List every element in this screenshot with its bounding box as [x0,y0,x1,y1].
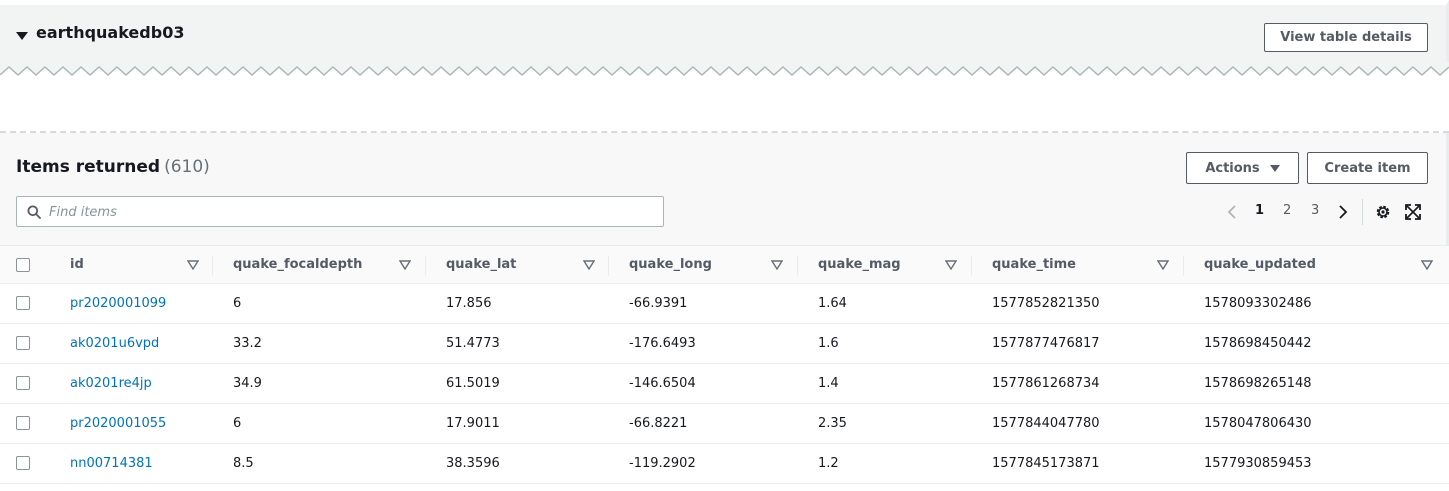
cell-quake-lat: 17.9011 [446,416,500,431]
cell-quake-lat: 51.4773 [446,336,500,351]
column-header-quake-long[interactable]: quake_long [629,246,712,283]
table-row[interactable]: nn00714381 8.5 38.3596 -119.2902 1.2 157… [0,444,1449,484]
cell-quake-updated: 1578698450442 [1204,336,1312,351]
cell-quake-focaldepth: 33.2 [233,336,262,351]
cell-quake-mag: 1.64 [818,296,847,311]
cell-quake-lat: 61.5019 [446,376,500,391]
table-row[interactable]: pr2020001099 6 17.856 -66.9391 1.64 1577… [0,284,1449,324]
cell-id-link[interactable]: pr2020001055 [70,404,166,443]
row-checkbox[interactable] [16,416,30,430]
table-row[interactable]: pr2020001055 6 17.9011 -66.8221 2.35 157… [0,404,1449,444]
cell-quake-focaldepth: 6 [233,296,242,311]
row-checkbox[interactable] [16,336,30,350]
cell-quake-long: -119.2902 [629,456,696,471]
items-returned-label: Items returned [16,157,161,177]
find-items-input[interactable] [49,201,649,223]
sort-triangle-icon[interactable] [771,260,783,270]
cell-quake-updated: 1577930859453 [1204,456,1312,471]
items-panel: Items returned (610) Actions Create item … [0,133,1449,245]
cell-quake-updated: 1578698265148 [1204,376,1312,391]
column-separator[interactable] [1183,256,1184,276]
view-table-details-button[interactable]: View table details [1264,23,1428,52]
column-separator[interactable] [212,256,213,276]
collapsed-gap [0,82,1449,132]
items-count: (610) [164,157,210,177]
find-items-search[interactable] [16,196,664,227]
actions-dropdown-button[interactable]: Actions [1186,152,1299,184]
cell-quake-mag: 1.6 [818,336,839,351]
torn-edge-divider [0,62,1449,82]
cell-id-link[interactable]: ak0201u6vpd [70,324,159,363]
row-checkbox[interactable] [16,456,30,470]
table-row[interactable]: ak0201re4jp 34.9 61.5019 -146.6504 1.4 1… [0,364,1449,404]
cell-quake-long: -146.6504 [629,376,696,391]
sort-triangle-icon[interactable] [945,260,957,270]
column-separator[interactable] [971,256,972,276]
actions-label: Actions [1205,160,1260,176]
sort-triangle-icon[interactable] [1421,260,1433,270]
cell-id-link[interactable]: nn00714381 [70,444,153,483]
row-checkbox[interactable] [16,376,30,390]
column-header-id[interactable]: id [70,246,84,283]
caret-down-icon [1269,164,1280,172]
gear-icon[interactable] [1374,203,1392,221]
column-separator[interactable] [797,256,798,276]
cell-quake-updated: 1578093302486 [1204,296,1312,311]
cell-quake-time: 1577877476817 [992,336,1100,351]
cell-id-link[interactable]: pr2020001099 [70,284,166,323]
column-separator[interactable] [425,256,426,276]
table-name[interactable]: earthquakedb03 [36,23,184,42]
chevron-right-icon[interactable] [1334,203,1352,221]
table-section-header: earthquakedb03 View table details [0,0,1449,64]
column-header-quake-updated[interactable]: quake_updated [1204,246,1316,283]
sort-triangle-icon[interactable] [399,260,411,270]
cell-quake-mag: 1.4 [818,376,839,391]
create-item-button[interactable]: Create item [1307,152,1428,184]
cell-quake-long: -176.6493 [629,336,696,351]
cell-quake-time: 1577845173871 [992,456,1100,471]
items-returned-heading: Items returned (610) [16,157,210,177]
sort-triangle-icon[interactable] [583,260,595,270]
sort-triangle-icon[interactable] [187,260,199,270]
cell-quake-mag: 2.35 [818,416,847,431]
cell-quake-mag: 1.2 [818,456,839,471]
cell-quake-time: 1577861268734 [992,376,1100,391]
column-header-quake-lat[interactable]: quake_lat [446,246,516,283]
caret-down-icon[interactable] [16,32,28,40]
column-header-quake-time[interactable]: quake_time [992,246,1076,283]
chevron-left-icon[interactable] [1224,203,1242,221]
select-all-checkbox[interactable] [16,258,30,272]
cell-quake-long: -66.9391 [629,296,688,311]
row-checkbox[interactable] [16,296,30,310]
table-header-row: id quake_focaldepth quake_lat quake_long… [0,245,1449,284]
cell-quake-lat: 17.856 [446,296,492,311]
column-header-quake-focaldepth[interactable]: quake_focaldepth [233,246,362,283]
cell-quake-time: 1577844047780 [992,416,1100,431]
table-row[interactable]: ak0201u6vpd 33.2 51.4773 -176.6493 1.6 1… [0,324,1449,364]
page-2[interactable]: 2 [1283,203,1291,218]
cell-quake-focaldepth: 34.9 [233,376,262,391]
cell-quake-long: -66.8221 [629,416,688,431]
page-1[interactable]: 1 [1255,203,1264,218]
column-separator[interactable] [608,256,609,276]
cell-quake-updated: 1578047806430 [1204,416,1312,431]
page-3[interactable]: 3 [1311,203,1319,218]
cell-quake-focaldepth: 8.5 [233,456,254,471]
column-header-quake-mag[interactable]: quake_mag [818,246,901,283]
sort-triangle-icon[interactable] [1157,260,1169,270]
cell-quake-lat: 38.3596 [446,456,500,471]
expand-icon[interactable] [1404,203,1422,221]
cell-quake-focaldepth: 6 [233,416,242,431]
cell-id-link[interactable]: ak0201re4jp [70,364,152,403]
pager-separator [1362,199,1363,225]
cell-quake-time: 1577852821350 [992,296,1100,311]
search-icon [27,205,41,219]
